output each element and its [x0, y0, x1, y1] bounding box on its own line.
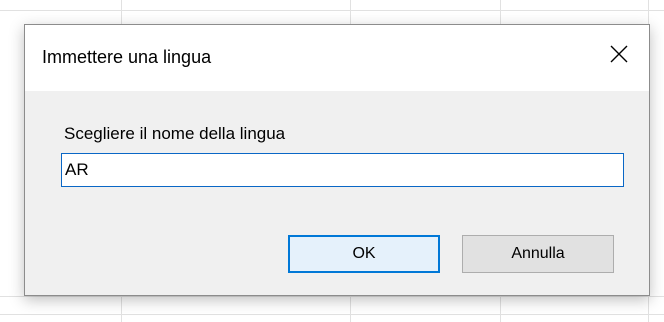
grid-row-line — [0, 296, 664, 297]
dialog-title: Immettere una lingua — [42, 47, 212, 67]
grid-row-line — [0, 314, 664, 315]
cancel-button[interactable]: Annulla — [462, 235, 614, 273]
ok-button-label: OK — [352, 245, 376, 262]
language-name-input[interactable] — [61, 153, 624, 187]
dialog-titlebar: Immettere una lingua — [25, 25, 649, 91]
close-button[interactable] — [589, 25, 649, 87]
grid-row-line — [0, 10, 664, 11]
language-name-label: Scegliere il nome della lingua — [64, 124, 286, 143]
language-dialog: Immettere una lingua Scegliere il nome d… — [24, 24, 650, 296]
close-icon — [610, 45, 628, 68]
ok-button[interactable]: OK — [288, 235, 440, 273]
cancel-button-label: Annulla — [511, 245, 565, 262]
